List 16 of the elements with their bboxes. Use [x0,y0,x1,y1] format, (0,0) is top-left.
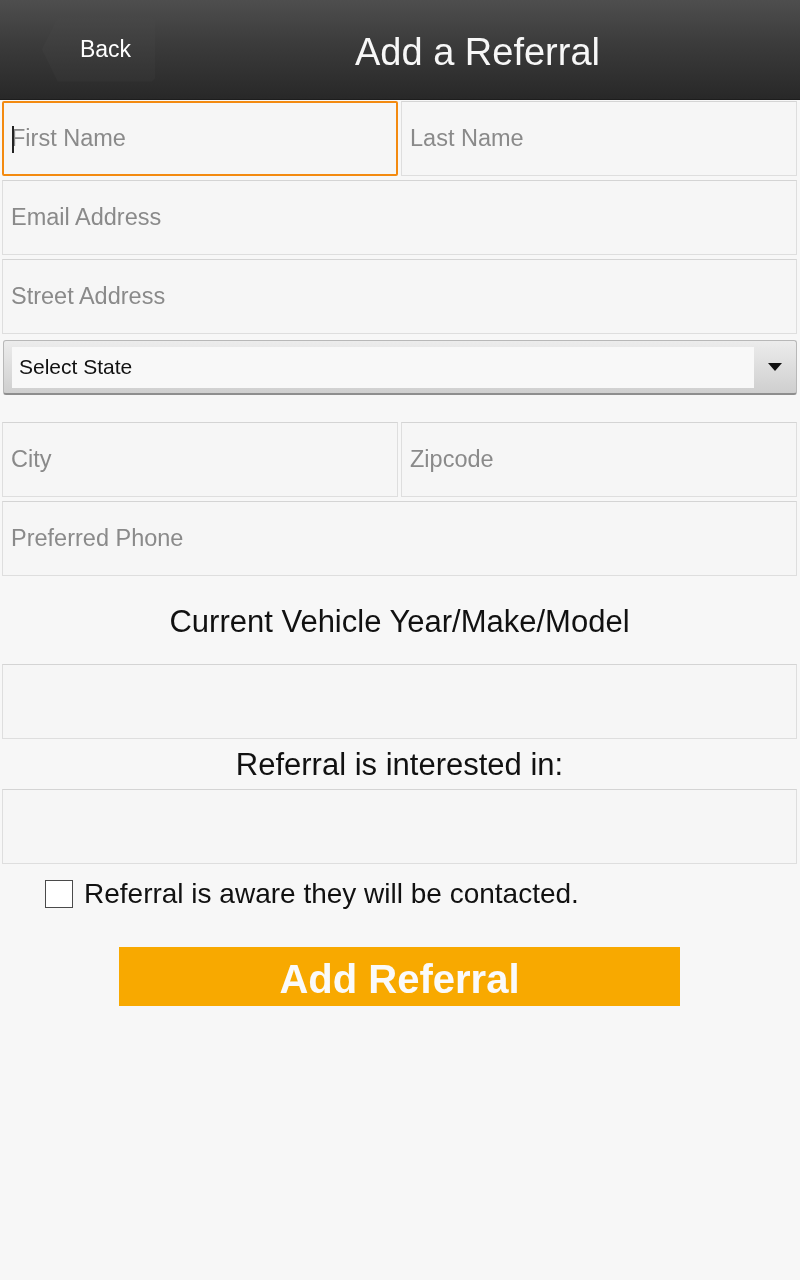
input-field[interactable]: Last Name [401,101,797,176]
state-select[interactable]: Select State [3,340,797,395]
input-field[interactable]: Zipcode [401,422,797,497]
section-heading: Referral is interested in: [234,746,565,784]
input-field[interactable]: Email Address [2,180,797,255]
page-title: Add a Referral [354,32,601,71]
checkbox-label: Referral is aware they will be contacted. [84,879,579,909]
section-heading: Current Vehicle Year/Make/Model [168,603,631,641]
text-cursor [12,126,14,153]
input-field[interactable]: Street Address [2,259,797,334]
input-field[interactable] [2,664,797,739]
input-field[interactable]: City [2,422,398,497]
input-field[interactable] [2,789,797,864]
caret-icon [768,363,782,371]
checkbox[interactable] [45,880,73,908]
input-field[interactable]: Preferred Phone [2,501,797,576]
